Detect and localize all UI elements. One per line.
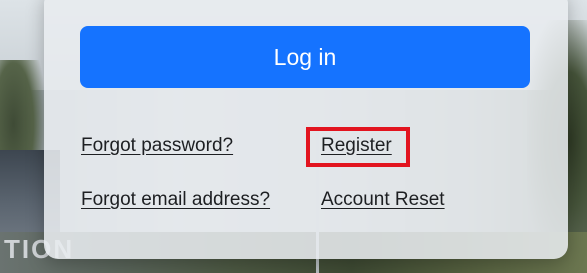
register-highlight-box xyxy=(306,127,410,167)
login-button[interactable]: Log in xyxy=(80,26,530,88)
forgot-email-link[interactable]: Forgot email address? xyxy=(81,189,270,211)
forgot-password-link[interactable]: Forgot password? xyxy=(81,135,233,157)
account-reset-link[interactable]: Account Reset xyxy=(321,189,445,211)
